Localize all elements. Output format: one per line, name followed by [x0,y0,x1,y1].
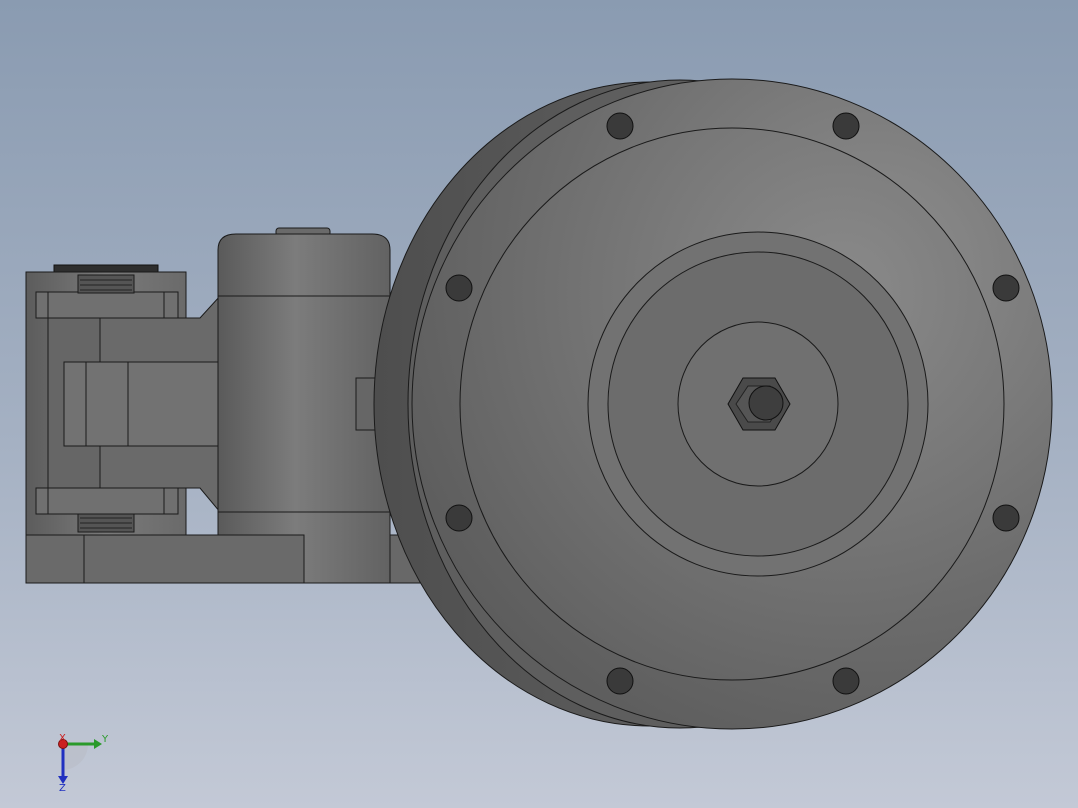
view-triad[interactable]: X Y Z [58,733,109,794]
graphics-viewport[interactable]: X Y Z [0,0,1078,808]
model-view[interactable]: X Y Z [0,0,1078,808]
bolt [832,112,860,140]
bolt [992,504,1020,532]
stud-top [77,274,135,294]
bolt [606,112,634,140]
bolt [606,667,634,695]
axle-end [748,385,784,421]
bolt [832,667,860,695]
triad-x-label: X [59,733,66,744]
bolt [445,504,473,532]
motor-body [217,227,391,584]
bolt [992,274,1020,302]
wheel-assembly [373,78,1053,730]
stud-bottom [77,513,135,533]
triad-z-label: Z [59,783,66,794]
bolt [445,274,473,302]
triad-y-label: Y [101,734,109,745]
